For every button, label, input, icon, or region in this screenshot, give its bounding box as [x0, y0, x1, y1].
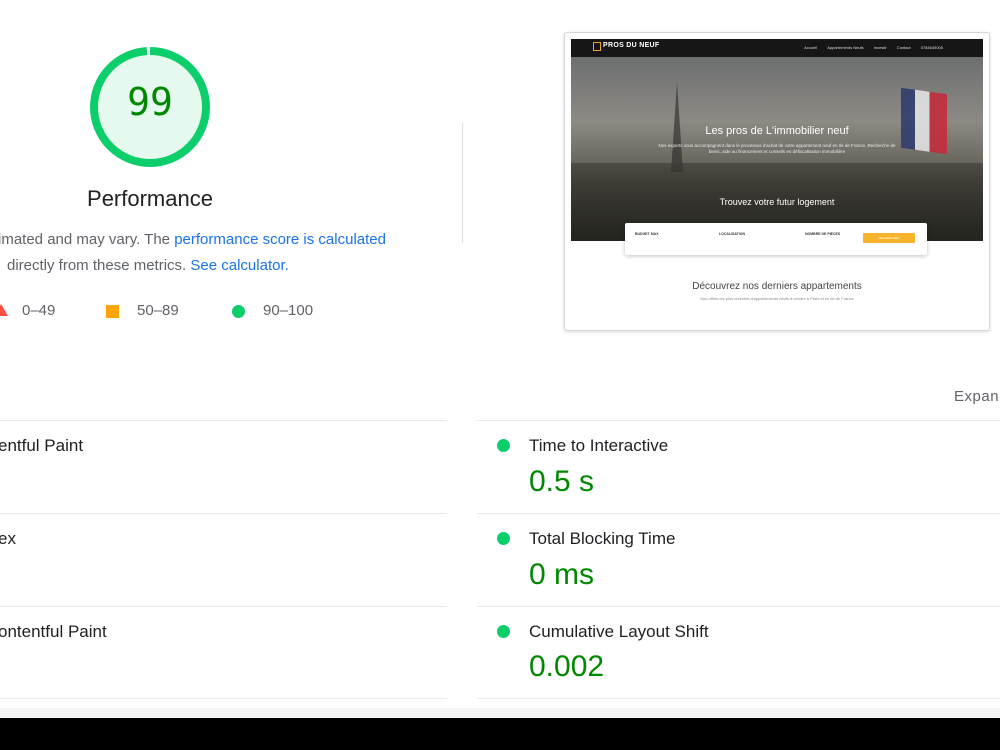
score-description-line1: imated and may vary. The performance sco… [0, 231, 386, 248]
screenshot-search-box: BUDGET MAX LOCALISATION NOMBRE DE PIECES… [625, 223, 927, 255]
screenshot-section-title: Découvrez nos derniers appartements [692, 281, 862, 292]
metric-tbt-title: Total Blocking Time [529, 529, 676, 548]
average-square-icon [106, 304, 119, 318]
metric-divider [477, 513, 1000, 514]
bottom-strip [0, 708, 1000, 718]
metric-speed-index-title: ex [0, 529, 16, 548]
fail-triangle-icon [0, 304, 8, 316]
screenshot-hero-subtitle: Nos experts vous accompagnent dans le pr… [658, 143, 896, 154]
screenshot-nav-item: Contact [896, 45, 911, 50]
metric-divider [0, 513, 447, 514]
screenshot-field-location: LOCALISATION [719, 232, 745, 236]
description-text-1: imated and may vary. The [0, 231, 175, 248]
score-description-line2: directly from these metrics. See calcula… [7, 257, 289, 274]
screenshot-logo-icon [593, 42, 601, 51]
pass-circle-icon [232, 304, 245, 318]
vertical-divider [462, 123, 463, 243]
screenshot-hero-title: Les pros de L'immobilier neuf [705, 125, 849, 137]
pass-circle-icon [497, 625, 510, 638]
screenshot-brand: PROS DU NEUF [603, 42, 660, 49]
pass-circle-icon [497, 532, 510, 545]
legend-average-range: 50–89 [137, 302, 179, 319]
pass-circle-icon [497, 439, 510, 452]
metric-divider [0, 698, 447, 699]
expand-view-toggle[interactable]: Expan [954, 388, 999, 405]
metric-divider [477, 698, 1000, 699]
legend-fail-range: 0–49 [22, 302, 56, 319]
metric-tbt-value: 0 ms [529, 558, 595, 591]
metric-fcp-title: entful Paint [0, 436, 84, 455]
bottom-black-bar [0, 718, 1000, 750]
screenshot-field-budget: BUDGET MAX [635, 232, 659, 236]
screenshot-field-rooms: NOMBRE DE PIECES [805, 232, 841, 236]
legend-pass: 90–100 [232, 302, 313, 319]
metric-tti-value: 0.5 s [529, 465, 595, 498]
metric-cls-title: Cumulative Layout Shift [529, 622, 709, 641]
metric-divider [477, 420, 1000, 421]
legend-fail: 0–49 [22, 302, 55, 319]
screenshot-search-button: RECHERCHER [863, 233, 915, 243]
french-flag-shape [901, 87, 947, 155]
screenshot-section-subtitle: Nos offres les plus récentes d'apparteme… [700, 296, 854, 301]
legend-pass-range: 90–100 [263, 302, 314, 319]
screenshot-nav-item: Accueil [804, 45, 818, 50]
metric-divider [0, 606, 447, 607]
performance-score: 99 [127, 80, 173, 124]
screenshot-nav-item: Appartements Neufs [827, 45, 864, 50]
screenshot-navbar: PROS DU NEUF Accueil Appartements Neufs … [571, 39, 983, 57]
legend-average: 50–89 [106, 302, 179, 319]
metric-divider [0, 420, 447, 421]
screenshot-search-title: Trouvez votre futur logement [719, 197, 835, 207]
performance-title: Performance [87, 186, 213, 211]
metric-tti-title: Time to Interactive [529, 436, 669, 455]
metric-cls-value: 0.002 [529, 650, 605, 683]
final-screenshot[interactable]: PROS DU NEUF Accueil Appartements Neufs … [564, 32, 990, 331]
metric-lcp-title: ontentful Paint [0, 622, 107, 641]
screenshot-nav-item: Investir [873, 45, 887, 50]
metric-divider [477, 606, 1000, 607]
screenshot-nav-links: Accueil Appartements Neufs Investir Cont… [795, 45, 943, 50]
description-text-2: directly from these metrics. [7, 257, 191, 274]
see-calculator-link[interactable]: See calculator. [190, 257, 288, 274]
performance-score-link[interactable]: performance score is calculated [174, 231, 386, 248]
screenshot-nav-item: 0784645005 [920, 45, 943, 50]
